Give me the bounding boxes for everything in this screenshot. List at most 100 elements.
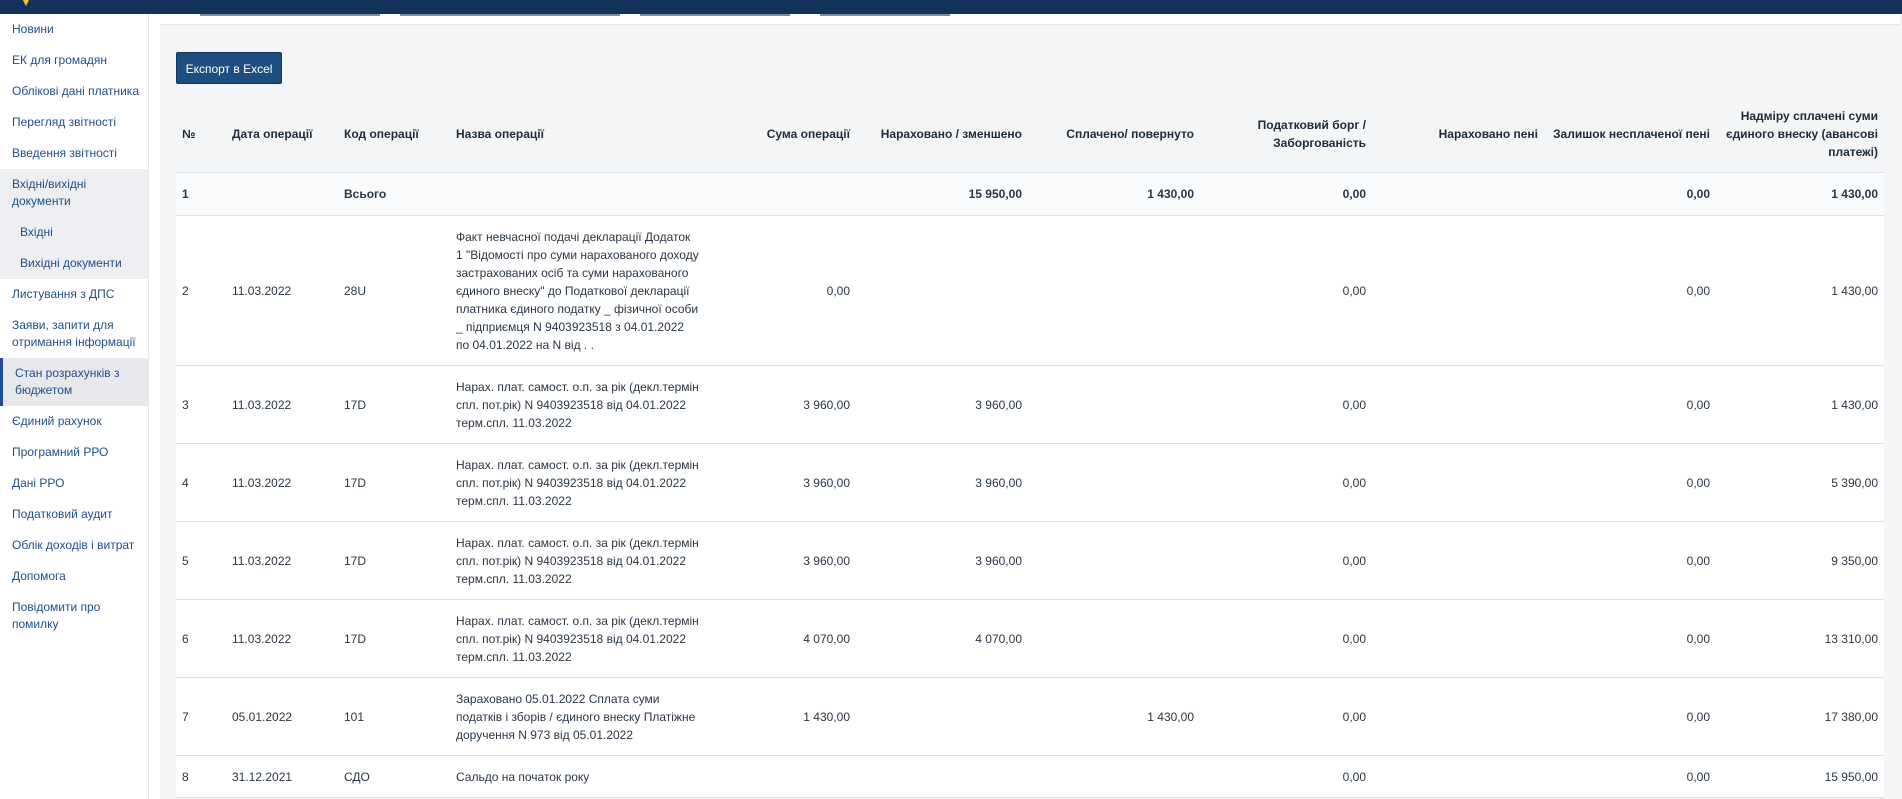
export-excel-button[interactable]: Експорт в Excel	[176, 52, 282, 84]
sidebar-item-single-account[interactable]: Єдиний рахунок	[0, 406, 148, 437]
cell-debt: 0,00	[1200, 172, 1372, 216]
cell-sum	[706, 755, 856, 798]
table-row: 7 05.01.2022 101 Зараховано 05.01.2022 Спла…	[176, 677, 1884, 756]
cell-accrued: 3 960,00	[856, 521, 1028, 600]
cell-accrued	[856, 215, 1028, 366]
cell-sum: 3 960,00	[706, 365, 856, 444]
cell-date: 11.03.2022	[226, 599, 338, 678]
sidebar-item-help[interactable]: Допомога	[0, 561, 148, 592]
sidebar-item-tax-audit[interactable]: Податковий аудит	[0, 499, 148, 530]
col-header-code: Код операції	[338, 96, 450, 173]
cell-code: СДО	[338, 755, 450, 798]
cell-overpaid: 1 430,00	[1716, 365, 1884, 444]
cell-accrued	[856, 677, 1028, 756]
cell-penalty-left: 0,00	[1544, 677, 1716, 756]
cell-date: 05.01.2022	[226, 677, 338, 756]
sidebar-item-requests[interactable]: Заяви, запити для отримання інформації	[0, 310, 148, 358]
cell-penalty-left: 0,00	[1544, 599, 1716, 678]
operations-panel: Експорт в Excel № Дата операції Код опер…	[176, 38, 1884, 799]
cell-sum: 4 070,00	[706, 599, 856, 678]
cell-paid	[1028, 365, 1200, 444]
cell-number: 2	[176, 215, 226, 366]
cell-number: 3	[176, 365, 226, 444]
sidebar-item-taxpayer-data[interactable]: Облікові дані платника	[0, 76, 148, 107]
sidebar-item-budget-status[interactable]: Стан розрахунків з бюджетом	[0, 358, 148, 406]
table-row: 4 11.03.2022 17D Нарах. плат. самост. о.п. …	[176, 443, 1884, 522]
table-row: 2 11.03.2022 28U Факт невчасної подачі декл…	[176, 215, 1884, 366]
col-header-paid: Сплачено/ повернуто	[1028, 96, 1200, 173]
sidebar: Новини ЕК для громадян Облікові дані пла…	[0, 14, 149, 799]
cut-off-header-text	[160, 14, 1900, 25]
operations-table: № Дата операції Код операції Назва опера…	[176, 96, 1884, 798]
sidebar-item-view-reports[interactable]: Перегляд звітності	[0, 107, 148, 138]
cell-penalty	[1372, 677, 1544, 756]
cell-debt: 0,00	[1200, 443, 1372, 522]
cell-code: 28U	[338, 215, 450, 366]
col-header-penalty: Нараховано пені	[1372, 96, 1544, 173]
sidebar-item-documents[interactable]: Вхідні/вихідні документи	[0, 169, 148, 217]
cell-paid: 1 430,00	[1028, 677, 1200, 756]
sidebar-item-news[interactable]: Новини	[0, 14, 148, 45]
cell-penalty	[1372, 521, 1544, 600]
cell-penalty-left: 0,00	[1544, 215, 1716, 366]
col-header-accrued: Нараховано / зменшено	[856, 96, 1028, 173]
sidebar-item-software-rro[interactable]: Програмний РРО	[0, 437, 148, 468]
col-header-name: Назва операції	[450, 96, 706, 173]
cell-number: 8	[176, 755, 226, 798]
cell-paid: 1 430,00	[1028, 172, 1200, 216]
cell-sum: 3 960,00	[706, 443, 856, 522]
cell-penalty	[1372, 365, 1544, 444]
cell-code: 17D	[338, 521, 450, 600]
main-content: Експорт в Excel № Дата операції Код опер…	[160, 14, 1902, 799]
col-header-number: №	[176, 96, 226, 173]
cell-accrued: 4 070,00	[856, 599, 1028, 678]
table-row: 5 11.03.2022 17D Нарах. плат. самост. о.п. …	[176, 521, 1884, 600]
cell-sum: 3 960,00	[706, 521, 856, 600]
cell-penalty-left: 0,00	[1544, 365, 1716, 444]
cell-paid	[1028, 599, 1200, 678]
sidebar-item-enter-reports[interactable]: Введення звітності	[0, 138, 148, 169]
sidebar-item-correspondence[interactable]: Листування з ДПС	[0, 279, 148, 310]
table-row: 3 11.03.2022 17D Нарах. плат. самост. о.п. …	[176, 365, 1884, 444]
col-header-date: Дата операції	[226, 96, 338, 173]
cell-debt: 0,00	[1200, 677, 1372, 756]
cell-paid	[1028, 521, 1200, 600]
cell-code: 101	[338, 677, 450, 756]
cell-debt: 0,00	[1200, 521, 1372, 600]
sidebar-item-outgoing[interactable]: Вихідні документи	[0, 248, 148, 279]
cell-overpaid: 5 390,00	[1716, 443, 1884, 522]
cell-debt: 0,00	[1200, 365, 1372, 444]
cell-penalty-left: 0,00	[1544, 755, 1716, 798]
cell-number: 7	[176, 677, 226, 756]
sidebar-item-ek-citizens[interactable]: ЕК для громадян	[0, 45, 148, 76]
cell-name: Нарах. плат. самост. о.п. за рік (декл.т…	[450, 521, 706, 600]
cell-date: 31.12.2021	[226, 755, 338, 798]
cell-paid	[1028, 755, 1200, 798]
cell-number: 6	[176, 599, 226, 678]
cell-penalty-left: 0,00	[1544, 443, 1716, 522]
sidebar-item-rro-data[interactable]: Дані РРО	[0, 468, 148, 499]
trident-logo-icon[interactable]: ▼	[20, 0, 32, 8]
cell-date: 11.03.2022	[226, 443, 338, 522]
cell-debt: 0,00	[1200, 755, 1372, 798]
cell-penalty	[1372, 172, 1544, 216]
sidebar-item-income-expenses[interactable]: Облік доходів і витрат	[0, 530, 148, 561]
cell-name: Зараховано 05.01.2022 Сплата суми податк…	[450, 677, 706, 756]
col-header-penalty-left: Залишок несплаченої пені	[1544, 96, 1716, 173]
cell-date	[226, 172, 338, 216]
col-header-overpaid: Надміру сплачені суми єдиного внеску (ав…	[1716, 96, 1884, 173]
cell-name: Нарах. плат. самост. о.п. за рік (декл.т…	[450, 443, 706, 522]
cell-penalty	[1372, 215, 1544, 366]
cell-code: 17D	[338, 599, 450, 678]
cell-code: 17D	[338, 365, 450, 444]
cell-name: Сальдо на початок року	[450, 755, 706, 798]
cell-sum: 0,00	[706, 215, 856, 366]
cell-penalty	[1372, 755, 1544, 798]
cell-penalty-left: 0,00	[1544, 172, 1716, 216]
cell-name: Факт невчасної подачі декларації Додаток…	[450, 215, 706, 366]
cell-date: 11.03.2022	[226, 521, 338, 600]
cell-overpaid: 9 350,00	[1716, 521, 1884, 600]
sidebar-item-incoming[interactable]: Вхідні	[0, 217, 148, 248]
cell-debt: 0,00	[1200, 215, 1372, 366]
sidebar-item-report-error[interactable]: Повідомити про помилку	[0, 592, 148, 640]
